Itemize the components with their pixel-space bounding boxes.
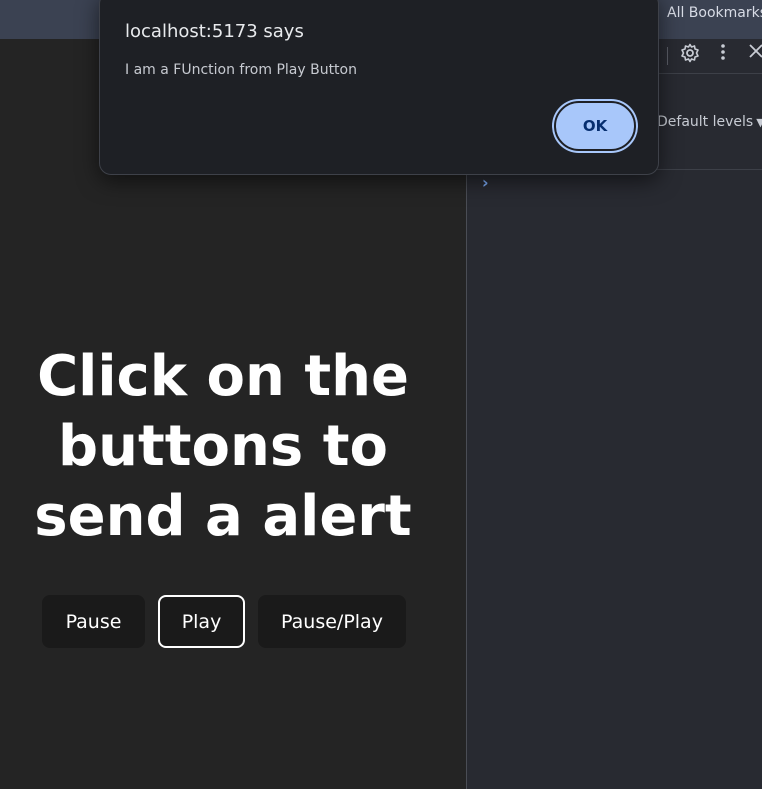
alert-message: I am a FUnction from Play Button: [125, 62, 357, 78]
pause-button[interactable]: Pause: [42, 595, 145, 648]
kebab-menu-icon[interactable]: [719, 42, 727, 67]
alert-dialog: localhost:5173 says I am a FUnction from…: [99, 0, 659, 175]
alert-title: localhost:5173 says: [125, 21, 304, 42]
ok-button[interactable]: OK: [554, 101, 636, 151]
toolbar-divider: [667, 47, 668, 65]
close-icon[interactable]: [749, 41, 762, 67]
page-headline: Click on the buttons to send a alert: [34, 344, 412, 549]
pause-play-button[interactable]: Pause/Play: [258, 595, 406, 648]
log-levels-label: Default levels: [657, 114, 754, 130]
all-bookmarks-button[interactable]: All Bookmarks: [667, 5, 762, 21]
caret-down-icon: ▼: [756, 116, 762, 129]
log-levels-dropdown[interactable]: Default levels ▼: [657, 114, 762, 130]
gear-icon[interactable]: [680, 43, 700, 68]
button-row: Pause Play Pause/Play: [42, 595, 406, 648]
console-prompt-icon[interactable]: ›: [482, 173, 489, 192]
play-button[interactable]: Play: [158, 595, 245, 648]
